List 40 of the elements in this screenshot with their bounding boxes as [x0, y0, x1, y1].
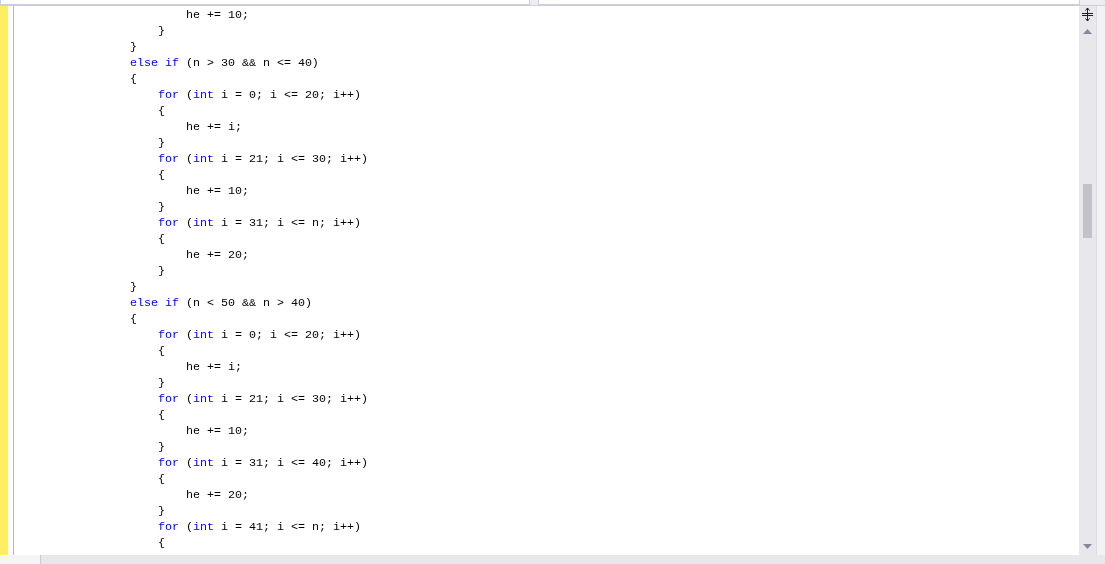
scroll-down-icon[interactable] [1083, 544, 1092, 549]
horizontal-scrollbar[interactable] [0, 555, 1105, 564]
code-line: { [158, 407, 165, 423]
code-line: for (int i = 21; i <= 30; i++) [158, 391, 368, 407]
code-line: else if (n < 50 && n > 40) [130, 295, 312, 311]
code-line: } [130, 39, 137, 55]
code-line: for (int i = 31; i <= 40; i++) [158, 455, 368, 471]
code-line: { [130, 311, 137, 327]
code-line: } [158, 503, 165, 519]
scroll-up-icon[interactable] [1083, 29, 1092, 34]
vertical-scrollbar[interactable] [1079, 6, 1096, 555]
code-line: he += 10; [186, 423, 249, 439]
code-line: he += 20; [186, 247, 249, 263]
code-line: { [130, 71, 137, 87]
split-handle-icon[interactable] [1079, 6, 1096, 23]
scrollbar-thumb[interactable] [1083, 184, 1092, 238]
code-line: { [158, 103, 165, 119]
code-line: } [158, 375, 165, 391]
code-line: } [158, 439, 165, 455]
code-line: for (int i = 21; i <= 30; i++) [158, 151, 368, 167]
code-line: } [158, 23, 165, 39]
code-line: { [158, 535, 165, 551]
code-line: } [158, 263, 165, 279]
code-line: for (int i = 0; i <= 20; i++) [158, 327, 361, 343]
code-line: he += 10; [186, 183, 249, 199]
code-line: { [158, 471, 165, 487]
code-line: he += 20; [186, 487, 249, 503]
code-line: he += i; [186, 359, 242, 375]
code-line: { [158, 167, 165, 183]
code-line: for (int i = 31; i <= n; i++) [158, 215, 361, 231]
code-line: { [158, 343, 165, 359]
code-line: } [158, 199, 165, 215]
code-line: } [130, 279, 137, 295]
code-line: } [158, 135, 165, 151]
code-line: he += i; [186, 119, 242, 135]
code-line: else if (n > 30 && n <= 40) [130, 55, 319, 71]
code-line: for (int i = 41; i <= n; i++) [158, 519, 361, 535]
code-line: he += 10; [186, 7, 249, 23]
code-line: for (int i = 0; i <= 20; i++) [158, 87, 361, 103]
code-line: { [158, 231, 165, 247]
